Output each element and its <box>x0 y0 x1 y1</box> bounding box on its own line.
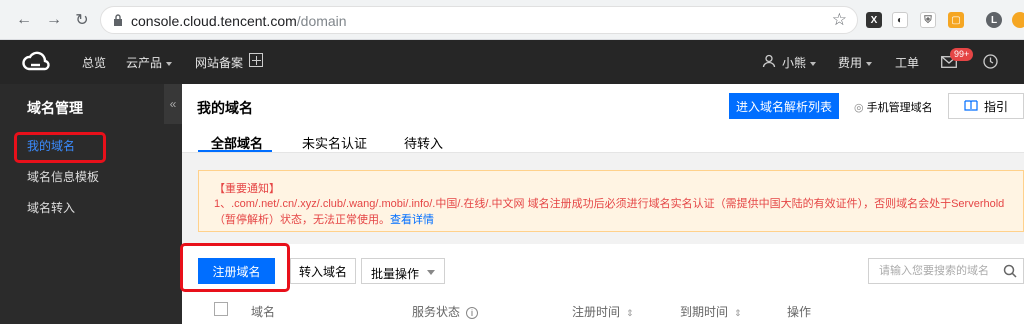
orange-ext-icon[interactable]: ▢ <box>948 12 964 28</box>
search-icon[interactable] <box>1003 264 1017 278</box>
domain-search-box <box>868 258 1024 284</box>
user-icon <box>762 54 776 68</box>
column-actions: 操作 <box>787 305 812 319</box>
chevron-down-icon <box>427 270 435 275</box>
sort-icon: ⇕ <box>626 308 634 318</box>
notice-title: 【重要通知】 <box>214 183 280 195</box>
nav-overview[interactable]: 总览 <box>82 54 106 71</box>
tab-unverified[interactable]: 未实名认证 <box>302 133 367 152</box>
lock-icon <box>114 14 122 26</box>
x-ext-icon[interactable]: X <box>866 12 882 28</box>
forward-icon[interactable]: → <box>44 10 64 30</box>
message-count-badge: 99+ <box>950 48 974 61</box>
chevron-down-icon <box>866 61 873 66</box>
dns-list-button[interactable]: 进入域名解析列表 <box>729 93 839 119</box>
chevron-down-icon <box>166 61 173 66</box>
sidebar-title: 域名管理 <box>27 100 83 116</box>
extension-orange-circle-icon[interactable] <box>1012 12 1024 28</box>
transfer-domain-button[interactable]: 转入域名 <box>290 258 356 284</box>
column-domain: 域名 <box>251 305 276 319</box>
sidebar: 域名管理 « 我的域名 域名信息模板 域名转入 <box>0 84 182 324</box>
nav-billing[interactable]: 费用 <box>838 54 873 71</box>
console-topbar: 总览 云产品 网站备案 小熊 费用 工单 99+ <box>0 40 1024 84</box>
mobile-manage-link[interactable]: ◎ 手机管理域名 <box>854 99 933 115</box>
batch-action-select[interactable]: 批量操作 <box>361 258 445 284</box>
notice-body: 1、.com/.net/.cn/.xyz/.club/.wang/.mobi/.… <box>214 198 1005 226</box>
chevron-down-icon <box>810 61 817 66</box>
sort-icon: ⇕ <box>734 308 742 318</box>
clock-icon[interactable] <box>983 54 998 69</box>
sidebar-item-templates[interactable]: 域名信息模板 <box>27 168 99 185</box>
nav-products[interactable]: 云产品 <box>126 54 173 71</box>
nav-ticket[interactable]: 工单 <box>895 54 919 71</box>
notice-banner: 【重要通知】 1、.com/.net/.cn/.xyz/.club/.wang/… <box>198 170 1024 232</box>
column-status: 服务状态 i <box>412 303 479 320</box>
wechat-icon: ◎ <box>854 102 864 114</box>
bookmark-star-icon[interactable]: ☆ <box>832 10 847 30</box>
tencent-cloud-logo[interactable] <box>22 51 50 73</box>
column-exp-time[interactable]: 到期时间 ⇕ <box>680 303 742 320</box>
domain-search-input[interactable] <box>869 259 999 283</box>
spy-ext-icon[interactable]: ◐ <box>892 12 908 28</box>
back-icon[interactable]: ← <box>14 10 34 30</box>
add-shortcut-icon[interactable] <box>249 53 263 67</box>
nav-icp[interactable]: 网站备案 <box>195 54 243 71</box>
shield-ext-icon[interactable]: ⛨ <box>920 12 936 28</box>
highlight-annotation <box>180 243 290 292</box>
guide-button[interactable]: 指引 <box>948 93 1024 119</box>
column-reg-time[interactable]: 注册时间 ⇕ <box>572 303 634 320</box>
highlight-annotation <box>14 132 106 163</box>
tab-pending-transfer[interactable]: 待转入 <box>404 133 443 152</box>
sidebar-item-transfer-in[interactable]: 域名转入 <box>27 199 75 216</box>
book-icon <box>964 100 978 111</box>
browser-toolbar: ← → ↻ console.cloud.tencent.com/domain ☆… <box>0 0 1024 40</box>
nav-user[interactable]: 小熊 <box>782 54 817 71</box>
select-all-checkbox[interactable] <box>214 302 228 316</box>
address-bar[interactable]: console.cloud.tencent.com/domain ☆ <box>100 6 858 34</box>
info-icon[interactable]: i <box>466 306 479 319</box>
reload-icon[interactable]: ↻ <box>72 10 92 30</box>
page-title: 我的域名 <box>197 100 253 116</box>
url-text: console.cloud.tencent.com/domain <box>131 13 347 29</box>
notice-details-link[interactable]: 查看详情 <box>390 214 434 226</box>
profile-avatar[interactable]: L <box>986 12 1002 28</box>
sidebar-collapse-button[interactable]: « <box>164 84 182 124</box>
